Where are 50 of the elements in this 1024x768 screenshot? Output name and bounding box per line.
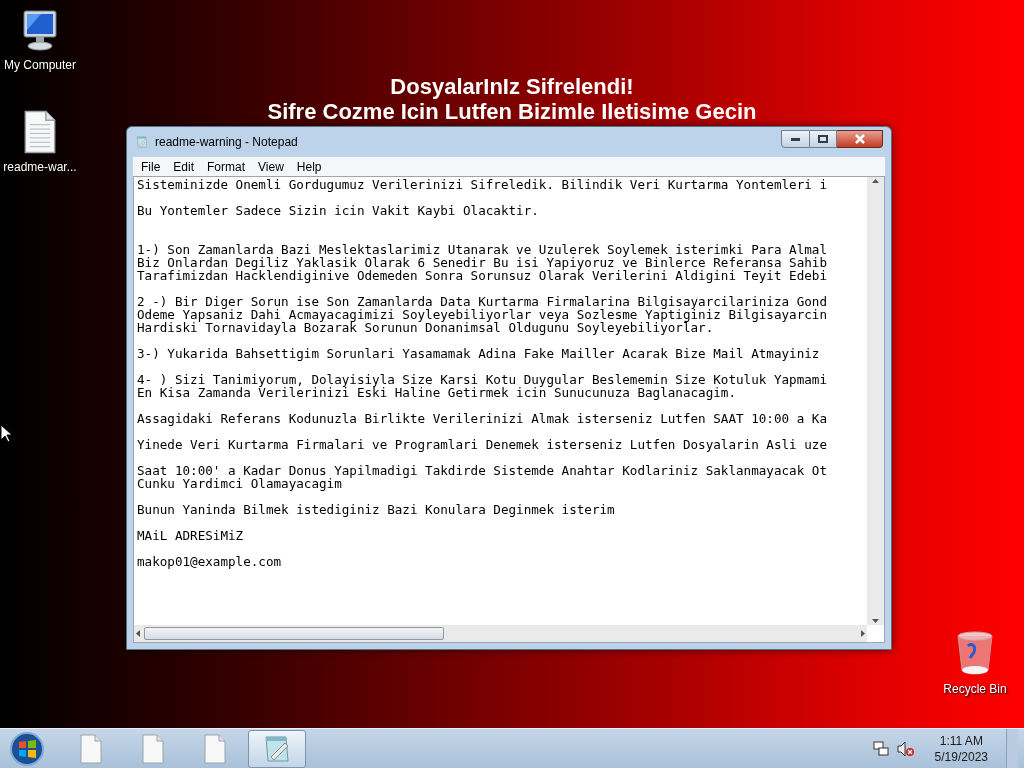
headline: DosyalarInIz Sifrelendi! (390, 74, 634, 99)
text-line: 1-) Son Zamanlarda Bazi Meslektaslarimiz Utanarak ve Uzulerek Soylemek isterimki Para Almal (137, 241, 827, 256)
clock[interactable]: 1:11 AM 5/19/2023 (934, 732, 988, 765)
text-line: Assagidaki Referans Kodunuzla Birlikte Verilerinizi Almak isterseniz Lutfen SAAT 10:00 a Ka (137, 412, 827, 425)
text-line: Hardiski Tornavidayla Bozarak Sorunun Donanimsal Oldugunu Soyleyebiliyorlar. (137, 321, 714, 334)
text-line: Yinede Veri Kurtarma Firmalari ve Programlari Denemek isterseniz Lutfen Dosyalarin Asli uze (137, 438, 827, 451)
text-line: makop01@example.com (137, 555, 282, 568)
document-icon (203, 733, 227, 764)
window-title: readme-warning - Notepad (155, 134, 298, 151)
left-arrow-icon[interactable] (136, 630, 140, 637)
menu-item[interactable]: Help (290, 157, 328, 176)
text-line: Tarafimizdan Hacklendiginive Odemeden Sonra Sorunsuz Olarak Verilerini Aldigini Teyit Edebi (137, 269, 827, 282)
menu-item[interactable]: File (135, 157, 167, 176)
text-line: 4- ) Sizi Tanimiyorum, Dolayisiyla Size Karsi Kotu Duygular Beslememin Size Kotuluk Yapmami (137, 373, 827, 386)
horizontal-scrollbar[interactable] (134, 625, 867, 642)
text-line: 3-) Yukarida Bahsettigim Sorunlari Yasamamak Adina Fake Mailler Acarak Bize Mail Atmayiniz (137, 347, 820, 360)
menu-item[interactable]: Format (201, 157, 252, 176)
vertical-scrollbar[interactable] (867, 177, 884, 625)
maximize-button[interactable] (810, 130, 837, 148)
document-icon (79, 733, 103, 764)
text-line: Odeme Yapsaniz Dahi Acmayacagimizi Soyleyebiliyorlar veya Sozlesme Yaptiginiz Bilgisayarcin (137, 308, 827, 321)
text-line: Bunun Yaninda Bilmek istediginiz Bazi Konulara Deginmek isterim (137, 503, 615, 516)
text-line: Sisteminizde Onemli Gordugumuz Verilerinizi Sifreledik. Bilindik Veri Kurtarma Yontemleri i (137, 178, 827, 191)
document-icon (22, 110, 58, 154)
up-arrow-icon[interactable] (872, 179, 879, 183)
icon-label[interactable]: Recycle Bin (943, 680, 1007, 698)
notepad-icon (135, 135, 149, 149)
trash-bin-icon (955, 630, 995, 676)
text-line: Bu Yontemler Sadece Sizin icin Vakit Kaybi Olacaktir. (137, 204, 539, 217)
headline: Sifre Cozme Icin Lutfen Bizimle Iletisime Gecin (267, 99, 757, 124)
close-icon (853, 134, 866, 144)
icon-label[interactable]: readme-war... (3, 158, 77, 176)
muted-speaker-icon[interactable] (896, 740, 915, 757)
right-arrow-icon[interactable] (861, 630, 865, 637)
down-arrow-icon[interactable] (872, 619, 879, 623)
text-line: 2 -) Bir Diger Sorun ise Son Zamanlarda Data Kurtarma Firmalarina Bilgisayarcilariniza Gond (137, 295, 827, 308)
text-line: MAiL ADRESiMiZ (137, 529, 244, 542)
network-icon[interactable] (872, 740, 889, 757)
close-button[interactable] (837, 130, 883, 148)
text-line: Cunku Yardimci Olamayacagim (137, 477, 342, 490)
text-line: Saat 10:00' a Kadar Donus Yapilmadigi Takdirde Sistemde Anahtar Kodlariniz Saklanmayacak Ot (137, 464, 827, 477)
icon-label[interactable]: My Computer (4, 56, 76, 74)
document-icon (141, 733, 165, 764)
cursor-icon (0, 424, 12, 443)
text-line: En Kisa Zamanda Verilerinizi Eski Haline Getirmek icin Sunucunuza Baglanacagim. (137, 386, 736, 399)
text-line: Biz Onlardan Degiliz Yaklasik Olarak 6 Senedir Bu isi Yapiyoruz ve Binlerce Referansa Sahib (137, 256, 827, 269)
menu-item[interactable]: View (252, 157, 290, 176)
taskbar-button[interactable] (248, 729, 306, 768)
menu-item[interactable]: Edit (167, 157, 201, 176)
minimize-button[interactable] (781, 130, 810, 148)
